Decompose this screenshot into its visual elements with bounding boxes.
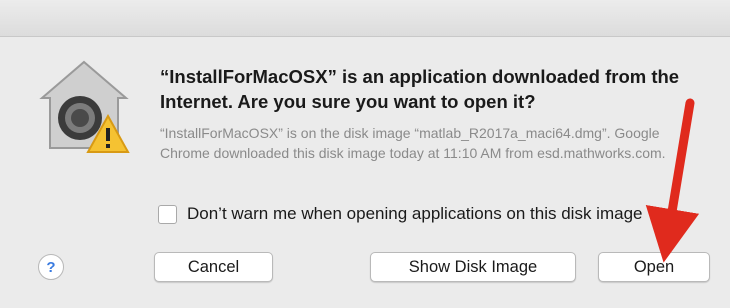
red-arrow-annotation [645, 98, 700, 263]
